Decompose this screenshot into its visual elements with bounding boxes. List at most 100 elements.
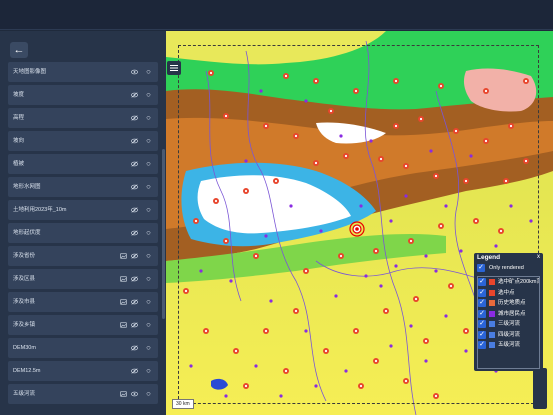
city-point[interactable] <box>319 229 323 233</box>
city-point[interactable] <box>359 204 363 208</box>
pin-icon[interactable] <box>146 115 151 121</box>
town-marker[interactable] <box>338 253 344 259</box>
town-marker[interactable] <box>463 178 469 184</box>
town-marker[interactable] <box>403 163 409 169</box>
layer-item[interactable]: 涉及省份 <box>8 246 158 266</box>
city-point[interactable] <box>529 219 533 223</box>
image-icon[interactable] <box>120 391 127 397</box>
pin-icon[interactable] <box>146 161 151 167</box>
town-marker[interactable] <box>203 328 209 334</box>
town-marker[interactable] <box>473 218 479 224</box>
map-side-controls[interactable] <box>533 368 547 409</box>
city-point[interactable] <box>344 369 348 373</box>
city-point[interactable] <box>389 219 393 223</box>
legend-item[interactable]: ✓ 城市居民点 <box>478 309 539 320</box>
town-marker[interactable] <box>343 153 349 159</box>
town-marker[interactable] <box>413 296 419 302</box>
eye-slash-icon[interactable] <box>131 115 138 121</box>
city-point[interactable] <box>509 204 513 208</box>
town-marker[interactable] <box>223 238 229 244</box>
city-point[interactable] <box>364 274 368 278</box>
eye-slash-icon[interactable] <box>131 299 138 305</box>
town-marker[interactable] <box>183 288 189 294</box>
town-marker[interactable] <box>353 88 359 94</box>
town-marker[interactable] <box>243 383 249 389</box>
eye-slash-icon[interactable] <box>131 230 138 236</box>
layer-item[interactable]: 坡向 <box>8 131 158 151</box>
map-view[interactable]: 30 km Legend x ✓ Only rendered ✓ 选中矿点200k… <box>166 31 553 415</box>
town-marker[interactable] <box>323 348 329 354</box>
town-marker[interactable] <box>503 178 509 184</box>
city-point[interactable] <box>229 279 233 283</box>
town-marker[interactable] <box>328 108 334 114</box>
layer-item[interactable]: 天地图影像图 <box>8 62 158 82</box>
town-marker[interactable] <box>453 128 459 134</box>
image-icon[interactable] <box>120 299 127 305</box>
city-point[interactable] <box>444 314 448 318</box>
legend-checkbox[interactable]: ✓ <box>478 320 486 328</box>
town-marker[interactable] <box>433 173 439 179</box>
town-marker[interactable] <box>378 156 384 162</box>
layer-item[interactable]: DEM12.5m <box>8 361 158 381</box>
legend-checkbox[interactable]: ✓ <box>478 288 486 297</box>
town-marker[interactable] <box>233 348 239 354</box>
only-rendered-toggle[interactable]: ✓ Only rendered <box>477 264 524 273</box>
town-marker[interactable] <box>293 308 299 314</box>
image-icon[interactable] <box>120 276 127 282</box>
city-point[interactable] <box>459 249 463 253</box>
eye-slash-icon[interactable] <box>131 253 138 259</box>
eye-icon[interactable] <box>131 391 138 397</box>
town-marker[interactable] <box>293 133 299 139</box>
city-point[interactable] <box>199 269 203 273</box>
city-point[interactable] <box>339 134 343 138</box>
town-marker[interactable] <box>393 78 399 84</box>
sidebar-scrollbar[interactable] <box>162 149 165 319</box>
eye-slash-icon[interactable] <box>131 368 138 374</box>
town-marker[interactable] <box>383 308 389 314</box>
layer-toggle-button[interactable] <box>167 61 181 75</box>
eye-slash-icon[interactable] <box>131 161 138 167</box>
eye-icon[interactable] <box>131 69 138 75</box>
city-point[interactable] <box>424 254 428 258</box>
town-marker[interactable] <box>483 138 489 144</box>
city-point[interactable] <box>289 204 293 208</box>
town-marker[interactable] <box>263 123 269 129</box>
city-point[interactable] <box>494 244 498 248</box>
eye-slash-icon[interactable] <box>131 92 138 98</box>
legend-item[interactable]: ✓ 四级河流 <box>478 330 539 341</box>
legend-checkbox[interactable]: ✓ <box>478 341 486 349</box>
legend-close-button[interactable]: x <box>537 254 540 260</box>
town-marker[interactable] <box>498 228 504 234</box>
image-icon[interactable] <box>120 253 127 259</box>
layer-item[interactable]: 五级河流 <box>8 384 158 404</box>
pin-icon[interactable] <box>146 138 151 144</box>
city-point[interactable] <box>279 394 283 398</box>
town-marker[interactable] <box>423 338 429 344</box>
pin-icon[interactable] <box>146 207 151 213</box>
town-marker[interactable] <box>373 358 379 364</box>
city-point[interactable] <box>264 234 268 238</box>
city-point[interactable] <box>469 154 473 158</box>
eye-slash-icon[interactable] <box>131 184 138 190</box>
town-marker[interactable] <box>263 328 269 334</box>
city-point[interactable] <box>369 139 373 143</box>
city-point[interactable] <box>404 194 408 198</box>
pin-icon[interactable] <box>146 184 151 190</box>
town-marker[interactable] <box>418 116 424 122</box>
city-point[interactable] <box>189 364 193 368</box>
layer-item[interactable]: 涉及区县 <box>8 269 158 289</box>
eye-slash-icon[interactable] <box>131 345 138 351</box>
city-point[interactable] <box>434 269 438 273</box>
town-marker[interactable] <box>213 198 219 204</box>
town-marker[interactable] <box>373 248 379 254</box>
city-point[interactable] <box>394 264 398 268</box>
town-marker[interactable] <box>438 83 444 89</box>
town-marker[interactable] <box>408 238 414 244</box>
only-rendered-checkbox[interactable]: ✓ <box>477 264 485 272</box>
pin-icon[interactable] <box>146 345 151 351</box>
city-point[interactable] <box>254 364 258 368</box>
town-marker[interactable] <box>283 368 289 374</box>
pin-icon[interactable] <box>146 322 151 328</box>
town-marker[interactable] <box>523 158 529 164</box>
city-point[interactable] <box>424 359 428 363</box>
